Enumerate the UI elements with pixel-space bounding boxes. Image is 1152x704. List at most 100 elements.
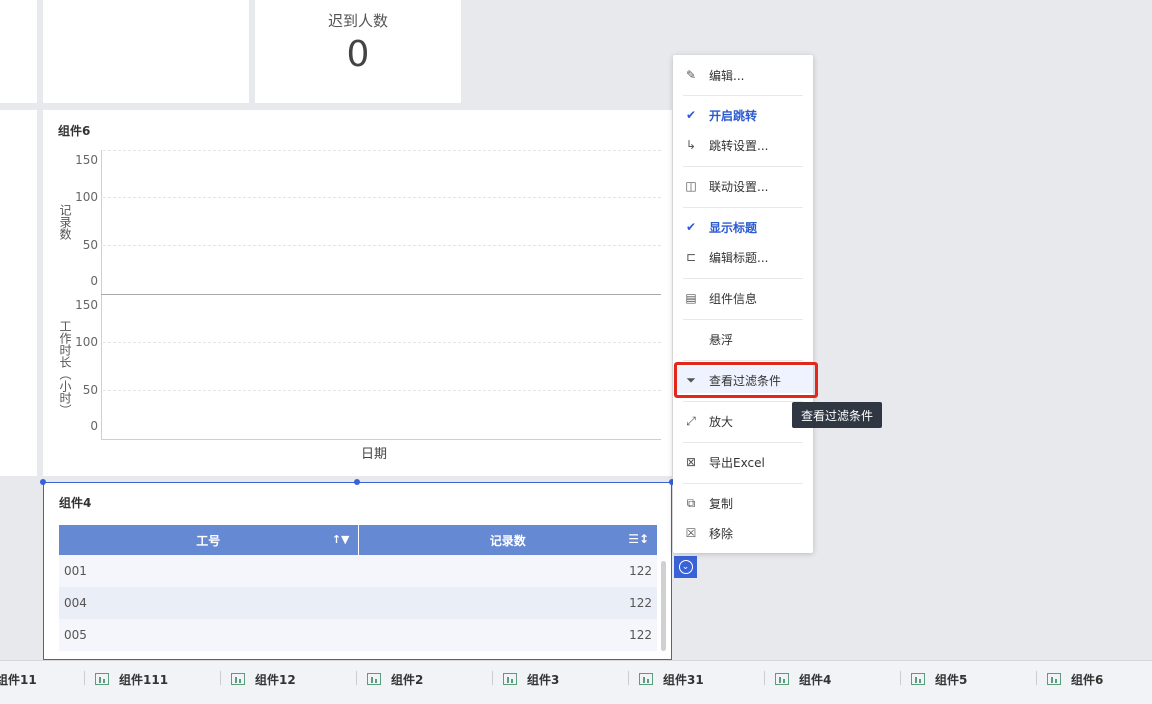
bottom-tick-150: 150: [75, 298, 98, 312]
tab-label: 组件111: [119, 672, 169, 687]
menu-item-edit[interactable]: ✎ 编辑...: [673, 62, 813, 88]
tab-divider: [356, 671, 357, 685]
menu-item-label: 编辑...: [709, 68, 745, 83]
tab-widget5[interactable]: 组件5: [911, 669, 967, 689]
tab-divider: [764, 671, 765, 685]
column-header-record-count[interactable]: 记录数 ☰↕: [358, 525, 657, 555]
sort-icon[interactable]: ☰↕: [628, 532, 649, 546]
column-header-employee-id[interactable]: 工号 ↑▼: [59, 525, 359, 555]
chart-icon: [639, 673, 653, 685]
menu-divider: [683, 278, 803, 279]
chart-icon: [367, 673, 381, 685]
pencil-icon: ✎: [685, 68, 697, 82]
kpi-value: 0: [346, 34, 370, 75]
cell-record-count: 122: [358, 587, 657, 619]
chart-icon: [503, 673, 517, 685]
widget4-table-card[interactable]: 组件4 工号 ↑▼ 记录数 ☰↕ 001 122 004 122 005 122: [43, 482, 672, 660]
grid-line: [103, 390, 661, 391]
table-scrollbar[interactable]: [661, 561, 666, 651]
cell-record-count: 122: [358, 619, 657, 651]
empty-widget-card[interactable]: [43, 0, 249, 103]
left-edge-card-middle: [0, 110, 37, 476]
menu-item-show-title[interactable]: ✔ 显示标题: [673, 214, 813, 240]
tab-widget31[interactable]: 组件31: [639, 669, 704, 689]
tab-widget3[interactable]: 组件3: [503, 669, 559, 689]
x-axis-title: 日期: [361, 447, 388, 462]
menu-divider: [683, 95, 803, 96]
cell-record-count: 122: [358, 555, 657, 587]
excel-icon: ⊠: [685, 455, 697, 469]
menu-item-copy[interactable]: ⧉ 复制: [673, 490, 813, 516]
tab-widget11[interactable]: 组件11: [0, 669, 37, 689]
menu-item-label: 复制: [709, 496, 734, 511]
remove-box-icon: ☒: [685, 526, 697, 540]
widget4-title: 组件4: [59, 496, 92, 510]
menu-item-float[interactable]: 悬浮: [673, 326, 813, 352]
sort-filter-icon[interactable]: ↑▼: [332, 533, 350, 546]
kpi-title: 迟到人数: [327, 12, 388, 30]
column-header-label: 记录数: [489, 533, 526, 548]
tab-label: 组件2: [391, 672, 424, 687]
cell-employee-id: 005: [59, 619, 358, 651]
bottom-tick-50: 50: [82, 383, 98, 397]
tab-divider: [900, 671, 901, 685]
chevron-down-circle-icon: ⌄: [678, 560, 693, 574]
menu-item-remove[interactable]: ☒ 移除: [673, 520, 813, 546]
check-icon: ✔: [685, 220, 697, 234]
table-row[interactable]: 005 122: [59, 619, 657, 651]
menu-divider: [683, 442, 803, 443]
grid-line: [103, 245, 661, 246]
tab-widget4[interactable]: 组件4: [775, 669, 831, 689]
widget6-chart-card[interactable]: 组件6 记录数 工作时长（小时） 150 100 50 0 150 100 50…: [43, 110, 672, 476]
menu-item-label: 移除: [709, 526, 734, 541]
top-y-axis-line: [101, 150, 102, 294]
resize-handle[interactable]: [354, 479, 360, 485]
widget-tab-bar: 组件11 组件111 组件12 组件2 组件3 组件31 组件4 组件5 组件6: [0, 660, 1152, 704]
top-tick-50: 50: [82, 238, 98, 252]
x-axis-line: [101, 439, 661, 440]
tab-widget6[interactable]: 组件6: [1047, 669, 1103, 689]
widget-menu-toggle-button[interactable]: ⌄: [674, 556, 697, 578]
left-edge-card-top: [0, 0, 37, 103]
tab-label: 组件3: [527, 672, 560, 687]
menu-item-widget-info[interactable]: ▤ 组件信息: [673, 285, 813, 311]
menu-divider: [683, 166, 803, 167]
menu-item-label: 放大: [709, 414, 734, 429]
menu-item-edit-title[interactable]: ⊏ 编辑标题...: [673, 244, 813, 270]
tab-divider: [220, 671, 221, 685]
filter-tooltip: 查看过滤条件: [792, 402, 882, 428]
top-tick-100: 100: [75, 190, 98, 204]
cell-employee-id: 004: [59, 587, 358, 619]
kpi-card-late-count[interactable]: 迟到人数 0: [255, 0, 461, 103]
tab-widget12[interactable]: 组件12: [231, 669, 296, 689]
menu-divider: [683, 319, 803, 320]
menu-item-jump-settings[interactable]: ↳ 跳转设置...: [673, 132, 813, 158]
bottom-tick-0: 0: [90, 419, 98, 433]
info-message-icon: ▤: [685, 291, 697, 305]
resize-handle[interactable]: [40, 479, 46, 485]
chart-icon: [231, 673, 245, 685]
tab-widget2[interactable]: 组件2: [367, 669, 423, 689]
title-edit-icon: ⊏: [685, 250, 697, 264]
tab-label: 组件11: [0, 672, 37, 687]
menu-item-label: 导出Excel: [709, 455, 765, 470]
chart-icon: [775, 673, 789, 685]
menu-item-export-excel[interactable]: ⊠ 导出Excel: [673, 449, 813, 475]
chart-icon: [95, 673, 109, 685]
grid-line: [103, 342, 661, 343]
widget-context-menu: ✎ 编辑... ✔ 开启跳转 ↳ 跳转设置... ◫ 联动设置... ✔ 显示标…: [673, 55, 813, 553]
table-row[interactable]: 004 122: [59, 587, 657, 619]
check-icon: ✔: [685, 108, 697, 122]
cell-employee-id: 001: [59, 555, 358, 587]
menu-divider: [683, 483, 803, 484]
menu-item-linkage-settings[interactable]: ◫ 联动设置...: [673, 173, 813, 199]
copy-icon: ⧉: [686, 495, 696, 510]
tab-label: 组件4: [799, 672, 832, 687]
tab-label: 组件5: [935, 672, 968, 687]
table-row[interactable]: 001 122: [59, 555, 657, 587]
grid-line: [103, 150, 661, 151]
menu-item-enable-jump[interactable]: ✔ 开启跳转: [673, 102, 813, 128]
column-header-label: 工号: [196, 533, 221, 548]
menu-item-label: 跳转设置...: [709, 138, 769, 153]
tab-widget111[interactable]: 组件111: [95, 669, 168, 689]
